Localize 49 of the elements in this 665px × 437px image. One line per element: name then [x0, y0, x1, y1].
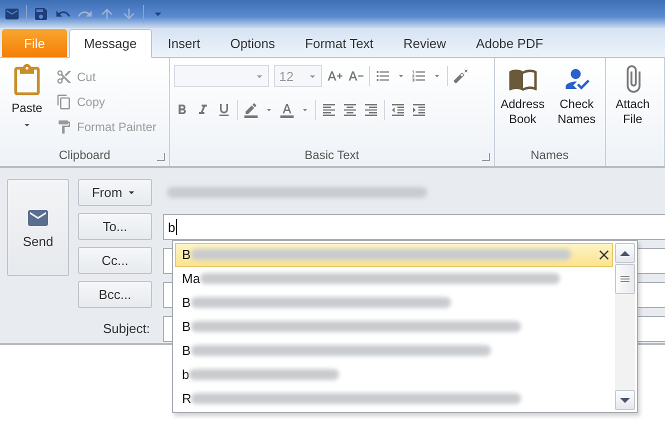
group-label: Names: [530, 148, 569, 162]
increase-indent-icon[interactable]: [411, 102, 428, 118]
suggestion-item[interactable]: B: [175, 243, 613, 267]
group-label: Basic Text: [304, 148, 360, 162]
recipient-button[interactable]: Cc...: [78, 247, 152, 274]
scissors-icon: [56, 68, 72, 84]
ribbon-tab[interactable]: Format Text: [291, 29, 388, 58]
attach-file-button[interactable]: Attach File: [610, 64, 656, 144]
suggestion-item[interactable]: B: [175, 314, 613, 338]
from-button[interactable]: From: [78, 179, 152, 206]
paste-button[interactable]: Paste: [4, 64, 50, 144]
align-right-icon[interactable]: [363, 102, 380, 118]
up-triangle-icon: [620, 250, 630, 256]
suggestion-item[interactable]: b: [175, 362, 613, 386]
bullets-icon[interactable]: [375, 68, 392, 84]
suggestion-item[interactable]: Ma: [175, 266, 613, 291]
down-triangle-icon: [620, 398, 630, 402]
align-left-icon[interactable]: [321, 102, 338, 118]
grip-icon: [619, 273, 631, 285]
group-label: Clipboard: [58, 148, 110, 162]
scroll-up-button[interactable]: [615, 243, 635, 263]
dialog-launcher-icon[interactable]: [482, 153, 490, 161]
ribbon-tab[interactable]: Options: [216, 29, 290, 58]
highlighter-icon[interactable]: [243, 102, 260, 118]
copy-icon: [56, 94, 72, 110]
align-center-icon[interactable]: [342, 102, 358, 118]
suggestion-item[interactable]: B: [175, 338, 613, 362]
font-color-icon[interactable]: [279, 102, 296, 118]
decrease-indent-icon[interactable]: [390, 102, 406, 118]
suggestion-item[interactable]: B: [175, 290, 613, 315]
suggestion-item[interactable]: R: [175, 386, 613, 410]
scroll-down-button[interactable]: [615, 390, 635, 410]
ribbon-tab[interactable]: Insert: [154, 29, 214, 58]
save-icon[interactable]: [33, 6, 49, 22]
dialog-launcher-icon[interactable]: [157, 153, 166, 161]
numbering-icon[interactable]: [411, 68, 428, 84]
check-button[interactable]: Check Names: [552, 64, 601, 144]
book-button[interactable]: Address Book: [498, 64, 547, 144]
scrollbar[interactable]: [615, 243, 635, 410]
paintbrush-icon: [56, 118, 72, 134]
recipient-field[interactable]: b: [163, 214, 665, 240]
scroll-thumb[interactable]: [615, 264, 635, 294]
subject-label: Subject:: [102, 320, 151, 338]
send-button[interactable]: Send: [7, 179, 69, 276]
recipient-button[interactable]: To...: [78, 213, 152, 240]
ribbon-tab[interactable]: Review: [389, 29, 460, 58]
ribbon-tab[interactable]: Message: [68, 29, 152, 58]
ribbon-tab[interactable]: Adobe PDF: [462, 29, 558, 58]
recipient-button[interactable]: Bcc...: [78, 281, 152, 308]
